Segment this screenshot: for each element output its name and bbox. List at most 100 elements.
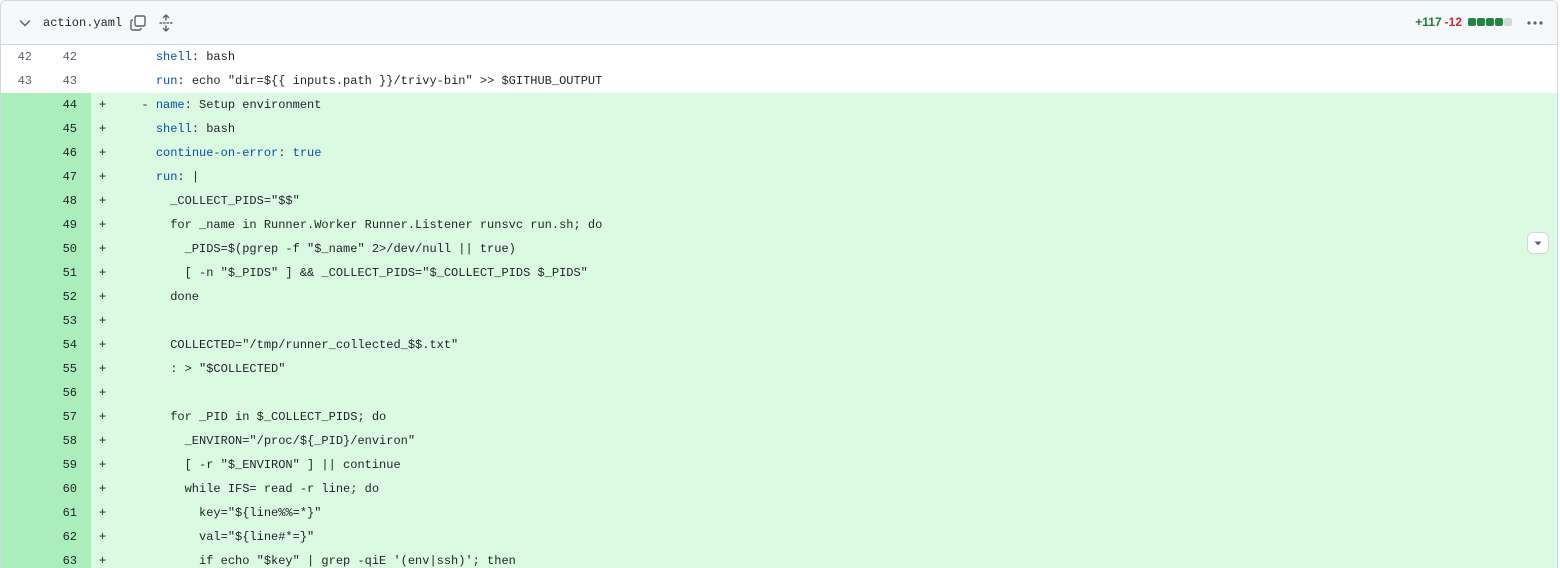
code-line: key="${line%%=*}" [117, 501, 1557, 525]
new-line-number[interactable]: 58 [46, 429, 91, 453]
new-line-number[interactable]: 43 [46, 69, 91, 93]
deletions-count: -12 [1444, 15, 1462, 29]
diff-marker: + [91, 357, 117, 381]
old-line-number[interactable] [1, 405, 46, 429]
diff-marker [91, 69, 117, 93]
code-line: run: echo "dir=${{ inputs.path }}/trivy-… [117, 69, 1557, 93]
code-line: [ -r "$_ENVIRON" ] || continue [117, 453, 1557, 477]
code-line: val="${line#*=}" [117, 525, 1557, 549]
additions-count: +117 [1415, 15, 1442, 29]
new-line-number[interactable]: 54 [46, 333, 91, 357]
unfold-icon[interactable] [157, 14, 175, 32]
new-line-number[interactable]: 44 [46, 93, 91, 117]
diff-marker: + [91, 333, 117, 357]
new-line-number[interactable]: 53 [46, 309, 91, 333]
diff-line: 42 42 shell: bash [1, 45, 1557, 69]
code-indent: - [127, 98, 156, 112]
diff-marker: + [91, 117, 117, 141]
yaml-colon: : [191, 50, 200, 64]
diff-line: 48 + _COLLECT_PIDS="$$" [1, 189, 1557, 213]
old-line-number[interactable] [1, 429, 46, 453]
new-line-number[interactable]: 63 [46, 549, 91, 568]
new-line-number[interactable]: 56 [46, 381, 91, 405]
diff-line: 51 + [ -n "$_PIDS" ] && _COLLECT_PIDS="$_… [1, 261, 1557, 285]
code-text: key="${line%%=*}" [127, 506, 322, 520]
new-line-number[interactable]: 59 [46, 453, 91, 477]
yaml-key: run [155, 170, 178, 184]
old-line-number[interactable] [1, 477, 46, 501]
new-line-number[interactable]: 60 [46, 477, 91, 501]
new-line-number[interactable]: 48 [46, 189, 91, 213]
old-line-number[interactable] [1, 357, 46, 381]
new-line-number[interactable]: 57 [46, 405, 91, 429]
old-line-number[interactable] [1, 381, 46, 405]
diff-line: 49 + for _name in Runner.Worker Runner.Li… [1, 213, 1557, 237]
code-text: true [285, 146, 322, 160]
diff-marker: + [91, 285, 117, 309]
code-line [117, 381, 1557, 405]
code-line: _COLLECT_PIDS="$$" [117, 189, 1557, 213]
new-line-number[interactable]: 47 [46, 165, 91, 189]
diff-stats: +117 -12 [1415, 15, 1513, 29]
code-text: : > "$COLLECTED" [127, 362, 286, 376]
code-text: for _name in Runner.Worker Runner.Listen… [127, 218, 603, 232]
new-line-number[interactable]: 52 [46, 285, 91, 309]
diff-line: 45 + shell: bash [1, 117, 1557, 141]
diff-marker: + [91, 93, 117, 117]
file-name-link[interactable]: action.yaml [43, 16, 122, 30]
new-line-number[interactable]: 49 [46, 213, 91, 237]
expand-lines-button[interactable] [1527, 232, 1549, 254]
code-line: shell: bash [117, 45, 1557, 69]
new-line-number[interactable]: 62 [46, 525, 91, 549]
old-line-number[interactable] [1, 189, 46, 213]
old-line-number[interactable] [1, 261, 46, 285]
diff-line: 52 + done [1, 285, 1557, 309]
code-text: echo "dir=${{ inputs.path }}/trivy-bin" … [184, 74, 603, 88]
diff-marker: + [91, 237, 117, 261]
new-line-number[interactable]: 50 [46, 237, 91, 261]
code-line: shell: bash [117, 117, 1557, 141]
diff-line: 61 + key="${line%%=*}" [1, 501, 1557, 525]
diff-file: action.yaml +117 -12 42 42 shell: bash 43 4… [0, 0, 1558, 568]
new-line-number[interactable]: 46 [46, 141, 91, 165]
yaml-colon: : [177, 170, 185, 184]
diff-marker: + [91, 477, 117, 501]
old-line-number[interactable] [1, 525, 46, 549]
chevron-down-icon[interactable] [17, 15, 33, 31]
yaml-key: continue-on-error [155, 146, 279, 160]
old-line-number[interactable] [1, 141, 46, 165]
diff-line: 54 + COLLECTED="/tmp/runner_collected_$$.… [1, 333, 1557, 357]
kebab-horizontal-icon[interactable] [1525, 13, 1545, 33]
old-line-number[interactable] [1, 453, 46, 477]
old-line-number[interactable] [1, 333, 46, 357]
old-line-number[interactable] [1, 117, 46, 141]
old-line-number[interactable]: 42 [1, 45, 46, 69]
old-line-number[interactable] [1, 549, 46, 568]
code-text: COLLECTED="/tmp/runner_collected_$$.txt" [127, 338, 459, 352]
new-line-number[interactable]: 55 [46, 357, 91, 381]
old-line-number[interactable]: 43 [1, 69, 46, 93]
old-line-number[interactable] [1, 165, 46, 189]
diff-marker: + [91, 453, 117, 477]
code-text: _ENVIRON="/proc/${_PID}/environ" [127, 434, 416, 448]
copy-icon[interactable] [129, 14, 147, 32]
code-text: for _PID in $_COLLECT_PIDS; do [127, 410, 387, 424]
old-line-number[interactable] [1, 501, 46, 525]
old-line-number[interactable] [1, 285, 46, 309]
old-line-number[interactable] [1, 237, 46, 261]
yaml-key: shell [155, 122, 192, 136]
diffstat-block [1486, 18, 1494, 26]
new-line-number[interactable]: 42 [46, 45, 91, 69]
code-line: for _name in Runner.Worker Runner.Listen… [117, 213, 1557, 237]
new-line-number[interactable]: 45 [46, 117, 91, 141]
new-line-number[interactable]: 51 [46, 261, 91, 285]
new-line-number[interactable]: 61 [46, 501, 91, 525]
old-line-number[interactable] [1, 93, 46, 117]
code-text: done [127, 290, 200, 304]
old-line-number[interactable] [1, 309, 46, 333]
code-line: done [117, 285, 1557, 309]
diff-marker: + [91, 165, 117, 189]
old-line-number[interactable] [1, 213, 46, 237]
